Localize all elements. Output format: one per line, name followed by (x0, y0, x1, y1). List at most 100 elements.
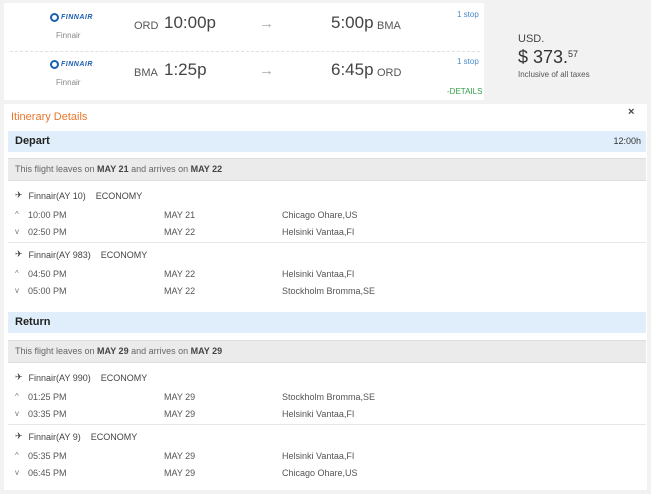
cabin-class: ECONOMY (100, 372, 148, 383)
segment-time: 02:50 PM (28, 227, 67, 237)
segment-city: Chicago Ohare,US (282, 468, 358, 478)
segment-departure-row: ^ 01:25 PM MAY 29 Stockholm Bromma,SE (15, 392, 645, 406)
plane-icon: ✈ (15, 190, 23, 200)
segment-time: 04:50 PM (28, 269, 67, 279)
segment-date: MAY 22 (164, 269, 196, 279)
finnair-logo-mark (50, 60, 59, 69)
segment-time: 05:35 PM (28, 451, 67, 461)
finnair-logo: FINNAIR (50, 60, 93, 69)
trip-duration: 12:00h (613, 136, 641, 146)
chevron-down-icon: v (15, 468, 19, 477)
chevron-down-icon: v (15, 227, 19, 236)
segment-date: MAY 21 (164, 210, 196, 220)
leave-date: MAY 21 (97, 164, 129, 174)
stops-count: 1 stop (457, 57, 479, 66)
info-prefix: This flight leaves on (15, 164, 98, 174)
segment-header: ✈ Finnair(AY 983) ECONOMY (15, 249, 147, 260)
segment-time: 05:00 PM (28, 286, 67, 296)
currency-label: USD. (518, 33, 545, 45)
chevron-up-icon: ^ (15, 451, 19, 460)
cabin-class: ECONOMY (100, 249, 148, 260)
leave-date: MAY 29 (97, 346, 129, 356)
segment-departure-row: ^ 04:50 PM MAY 22 Helsinki Vantaa,FI (15, 269, 645, 283)
chevron-down-icon: v (15, 286, 19, 295)
finnair-logo-text: FINNAIR (61, 61, 93, 68)
arrive-date: MAY 29 (190, 346, 223, 356)
arrival-airport-code: ORD (377, 67, 402, 79)
depart-section-header: Depart 12:00h (8, 131, 646, 152)
finnair-logo: FINNAIR (50, 13, 93, 22)
price-box: USD. $ 373.57 Inclusive of all taxes (486, 3, 647, 100)
departure-airport-code: BMA (134, 67, 158, 79)
segment-date: MAY 29 (164, 392, 196, 402)
airline-name: Finnair (56, 31, 81, 40)
segment-arrival-row: v 02:50 PM MAY 22 Helsinki Vantaa,FI (15, 227, 645, 241)
flight-number: Finnair(AY 9) (28, 431, 81, 442)
depart-info-bar: This flight leaves on MAY 21 and arrives… (8, 158, 646, 181)
arrival-time: 6:45p (331, 60, 374, 79)
departure-time: 10:00p (164, 13, 216, 32)
details-link[interactable]: -DETAILS (447, 87, 482, 96)
segment-header: ✈ Finnair(AY 9) ECONOMY (15, 431, 137, 442)
outbound-leg: FINNAIR Finnair ORD 10:00p → 5:00p BMA 1… (4, 5, 484, 50)
flight-segment: ✈ Finnair(AY 990) ECONOMY ^ 01:25 PM MAY… (8, 366, 646, 424)
segment-arrival-row: v 03:35 PM MAY 29 Helsinki Vantaa,FI (15, 409, 645, 423)
segment-city: Helsinki Vantaa,FI (282, 451, 355, 461)
flight-summary[interactable]: FINNAIR Finnair ORD 10:00p → 5:00p BMA 1… (4, 3, 484, 100)
segment-city: Chicago Ohare,US (282, 210, 358, 220)
segment-header: ✈ Finnair(AY 10) ECONOMY (15, 190, 142, 201)
return-leg: FINNAIR Finnair BMA 1:25p → 6:45p ORD 1 … (4, 52, 484, 97)
segment-date: MAY 29 (164, 451, 196, 461)
plane-icon: ✈ (15, 249, 23, 259)
flight-number: Finnair(AY 990) (28, 372, 91, 383)
arrival-time: 5:00p (331, 13, 374, 32)
segment-arrival-row: v 05:00 PM MAY 22 Stockholm Bromma,SE (15, 286, 645, 300)
segment-departure-row: ^ 05:35 PM MAY 29 Helsinki Vantaa,FI (15, 451, 645, 465)
itinerary-details-panel: Itinerary Details × Depart 12:00h This f… (4, 104, 647, 490)
flight-segment: ✈ Finnair(AY 983) ECONOMY ^ 04:50 PM MAY… (8, 243, 646, 301)
arrow-right-icon: → (259, 15, 274, 32)
price-amount: $ 373. (518, 47, 569, 67)
chevron-up-icon: ^ (15, 269, 19, 278)
segment-city: Helsinki Vantaa,FI (282, 227, 355, 237)
return-label: Return (15, 316, 51, 328)
depart-label: Depart (15, 135, 50, 147)
flight-result-card: FINNAIR Finnair ORD 10:00p → 5:00p BMA 1… (0, 0, 651, 494)
flight-number: Finnair(AY 983) (28, 249, 91, 260)
info-mid: and arrives on (128, 164, 191, 174)
segment-time: 03:35 PM (28, 409, 67, 419)
return-info-text: This flight leaves on MAY 29 and arrives… (15, 346, 222, 356)
flight-segment: ✈ Finnair(AY 9) ECONOMY ^ 05:35 PM MAY 2… (8, 425, 646, 483)
close-icon[interactable]: × (628, 106, 634, 118)
segment-city: Helsinki Vantaa,FI (282, 269, 355, 279)
depart-info-text: This flight leaves on MAY 21 and arrives… (15, 164, 222, 174)
cabin-class: ECONOMY (90, 431, 138, 442)
segment-arrival-row: v 06:45 PM MAY 29 Chicago Ohare,US (15, 468, 645, 482)
plane-icon: ✈ (15, 431, 23, 441)
arrival-airport-code: BMA (377, 20, 401, 32)
segment-time: 06:45 PM (28, 468, 67, 478)
chevron-up-icon: ^ (15, 392, 19, 401)
departure-airport-code: ORD (134, 20, 159, 32)
segment-date: MAY 22 (164, 227, 196, 237)
info-prefix: This flight leaves on (15, 346, 98, 356)
info-mid: and arrives on (128, 346, 191, 356)
chevron-up-icon: ^ (15, 210, 19, 219)
segment-city: Stockholm Bromma,SE (282, 392, 376, 402)
return-info-bar: This flight leaves on MAY 29 and arrives… (8, 340, 646, 363)
arrow-right-icon: → (259, 62, 274, 79)
segment-departure-row: ^ 10:00 PM MAY 21 Chicago Ohare,US (15, 210, 645, 224)
segment-city: Stockholm Bromma,SE (282, 286, 376, 296)
departure-time: 1:25p (164, 60, 207, 79)
segment-time: 01:25 PM (28, 392, 67, 402)
airline-name: Finnair (56, 78, 81, 87)
plane-icon: ✈ (15, 372, 23, 382)
flight-number: Finnair(AY 10) (28, 190, 86, 201)
price-cents: 57 (568, 49, 579, 59)
arrive-date: MAY 22 (190, 164, 223, 174)
taxes-note: Inclusive of all taxes (518, 70, 590, 79)
flight-segment: ✈ Finnair(AY 10) ECONOMY ^ 10:00 PM MAY … (8, 184, 646, 242)
segment-time: 10:00 PM (28, 210, 67, 220)
cabin-class: ECONOMY (95, 190, 143, 201)
finnair-logo-mark (50, 13, 59, 22)
